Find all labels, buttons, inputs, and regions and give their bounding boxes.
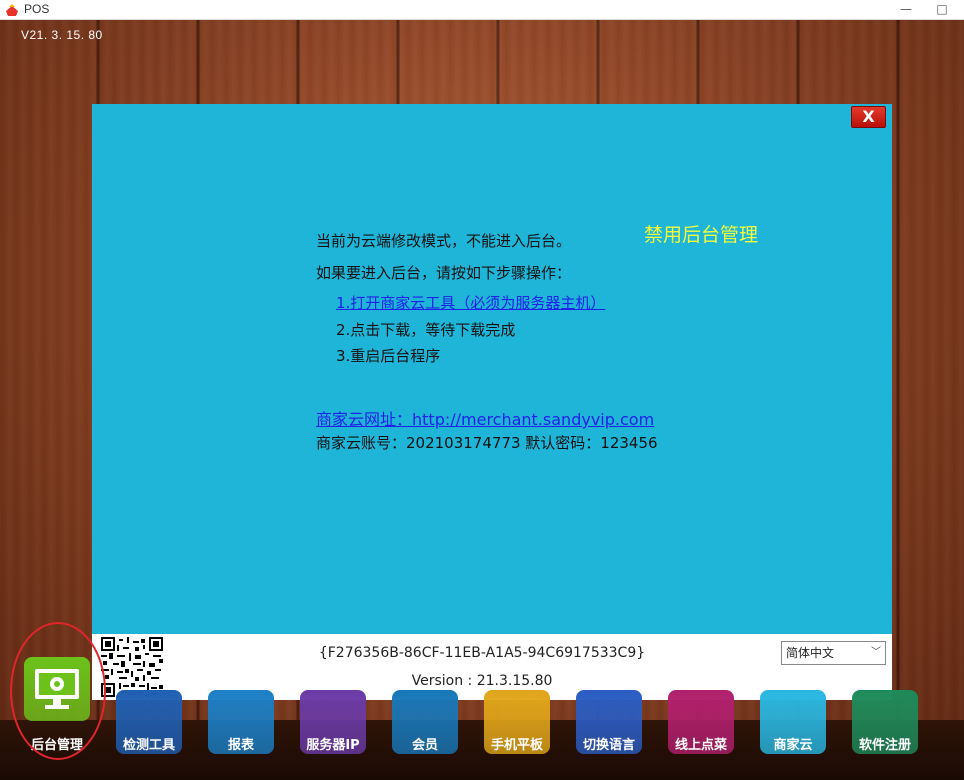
machine-guid: {F276356B-86CF-11EB-A1A5-94C6917533C9} — [318, 645, 646, 661]
dialog-version: Version : 21.3.15.80 — [411, 673, 553, 689]
open-merchant-cloud-link[interactable]: 1.打开商家云工具（必须为服务器主机） — [336, 292, 605, 313]
window-title: POS — [24, 2, 50, 16]
switch-language-label[interactable]: 切换语言 — [563, 734, 655, 753]
detection-tools-label[interactable]: 检测工具 — [103, 734, 195, 753]
language-select[interactable]: 简体中文 ﹀ — [781, 641, 886, 665]
membership-label[interactable]: 会员 — [379, 734, 471, 753]
step-download: 2.点击下载，等待下载完成 — [336, 321, 516, 339]
merchant-cloud-label[interactable]: 商家云 — [747, 734, 839, 753]
minimize-button[interactable]: — — [892, 0, 920, 20]
desktop-version-label: V21. 3. 15. 80 — [21, 28, 103, 42]
merchant-cloud-url-link[interactable]: 商家云网址：http://merchant.sandyvip.com — [316, 406, 654, 430]
maximize-button[interactable]: □ — [928, 0, 956, 20]
backend-management-tile[interactable] — [24, 657, 90, 721]
cloud-mode-message: 当前为云端修改模式，不能进入后台。 — [316, 232, 572, 250]
server-ip-label[interactable]: 服务器IP — [287, 734, 379, 753]
pos-logo-icon — [6, 4, 18, 16]
language-select-value: 简体中文 — [786, 646, 835, 660]
chevron-down-icon: ﹀ — [871, 647, 881, 658]
online-ordering-label[interactable]: 线上点菜 — [655, 734, 747, 753]
cloud-mode-dialog: X 禁用后台管理 当前为云端修改模式，不能进入后台。 如果要进入后台，请按如下步… — [92, 104, 892, 700]
dialog-close-button[interactable]: X — [851, 106, 886, 128]
reports-label[interactable]: 报表 — [195, 734, 287, 753]
account-info: 商家云账号：202103174773 默认密码：123456 — [316, 434, 658, 452]
instructions-intro: 如果要进入后台，请按如下步骤操作： — [316, 264, 572, 282]
backend-management-label[interactable]: 后台管理 — [11, 734, 103, 753]
dialog-heading: 禁用后台管理 — [644, 224, 759, 246]
monitor-gear-icon — [35, 669, 79, 709]
step-restart: 3.重启后台程序 — [336, 347, 441, 365]
mobile-tablet-label[interactable]: 手机平板 — [471, 734, 563, 753]
window-titlebar: POS — □ — [0, 0, 964, 20]
software-registration-label[interactable]: 软件注册 — [839, 734, 931, 753]
